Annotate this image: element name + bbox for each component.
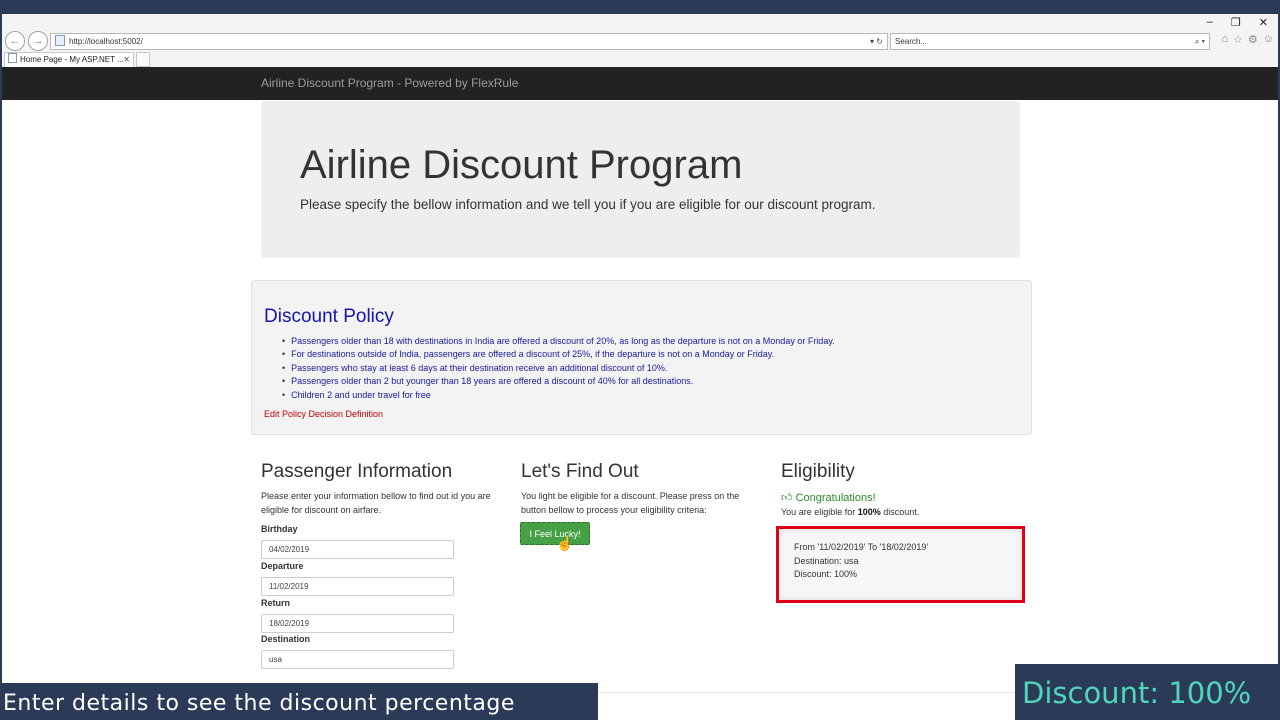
browser-chrome: – ❐ ✕ ← → http://localhost:5002/ ▾ ↻ Sea… [2, 14, 1278, 68]
list-item: Passengers older than 2 but younger than… [282, 375, 835, 388]
result-destination: Destination: usa [794, 556, 859, 566]
return-label: Return [261, 598, 290, 608]
gear-icon[interactable]: ⚙ [1248, 33, 1258, 46]
departure-label: Departure [261, 561, 304, 571]
search-box[interactable]: Search... ⌕ ▾ [890, 33, 1210, 50]
caption-banner-right: Discount: 100% [1015, 664, 1280, 720]
hand-cursor-icon: ☝ [556, 535, 574, 551]
window-frame-top [0, 0, 1280, 14]
eligible-text-before: You are eligible for [781, 507, 858, 517]
return-field[interactable] [261, 614, 454, 633]
passenger-info-title: Passenger Information [261, 461, 453, 482]
feel-lucky-button[interactable]: I Feel Lucky! [520, 522, 590, 545]
minimize-button[interactable]: – [1207, 16, 1213, 29]
tab-title: Home Page - My ASP.NET ... [20, 55, 124, 64]
birthday-label: Birthday [261, 524, 298, 534]
policy-title: Discount Policy [264, 306, 394, 327]
list-item: For destinations outside of India, passe… [282, 348, 835, 361]
caption-text-right: Discount: 100% [1022, 676, 1252, 710]
discount-policy-panel: Discount Policy Passengers older than 18… [251, 280, 1032, 435]
restore-button[interactable]: ❐ [1231, 16, 1241, 29]
jumbotron: Airline Discount Program Please specify … [261, 101, 1020, 258]
new-tab-button[interactable] [136, 52, 150, 67]
list-item: Passengers who stay at least 6 days at t… [282, 362, 835, 375]
find-out-description: You light be eligible for a discount. Pl… [521, 491, 740, 515]
page-icon [55, 35, 65, 46]
find-out-title: Let's Find Out [521, 461, 639, 482]
close-window-button[interactable]: ✕ [1259, 16, 1268, 29]
page-title: Airline Discount Program [300, 143, 743, 187]
back-arrow-icon[interactable]: ← [5, 31, 25, 51]
address-bar[interactable]: http://localhost:5002/ ▾ ↻ [50, 33, 888, 50]
search-placeholder: Search... [895, 37, 928, 46]
eligibility-result-box: From '11/02/2019' To '18/02/2019' Destin… [776, 526, 1025, 603]
toolbar-icons: ⌂ ☆ ⚙ ☺ [1221, 33, 1274, 46]
result-discount: Discount: 100% [794, 569, 858, 579]
destination-field[interactable] [261, 650, 454, 669]
eligibility-statement: You are eligible for 100% discount. [781, 507, 919, 517]
list-item: Passengers older than 18 with destinatio… [282, 335, 835, 348]
congratulations-text: Congratulations! [795, 492, 876, 504]
tab-page-icon [8, 53, 17, 63]
eligible-percent: 100% [857, 507, 881, 517]
browser-tab[interactable]: Home Page - My ASP.NET ... ✕ [4, 52, 134, 67]
congratulations-message: 👍︎ Congratulations! [781, 491, 876, 504]
window-controls: – ❐ ✕ [1207, 16, 1268, 29]
policy-list: Passengers older than 18 with destinatio… [282, 335, 835, 402]
home-icon[interactable]: ⌂ [1221, 33, 1228, 46]
eligibility-title: Eligibility [781, 461, 855, 482]
edit-policy-link[interactable]: Edit Policy Decision Definition [264, 409, 383, 419]
forward-arrow-icon[interactable]: → [28, 31, 48, 51]
passenger-info-description: Please enter your information bellow to … [261, 491, 491, 515]
tab-close-icon[interactable]: ✕ [123, 53, 130, 67]
refresh-icon[interactable]: ▾ ↻ [870, 34, 883, 49]
eligible-text-after: discount. [880, 507, 920, 517]
thumbs-up-icon: 👍︎ [781, 492, 793, 504]
page-subtitle: Please specify the bellow information an… [300, 197, 876, 212]
search-icon[interactable]: ⌕ ▾ [1195, 34, 1205, 49]
smiley-icon[interactable]: ☺ [1263, 33, 1274, 46]
navbar-brand[interactable]: Airline Discount Program - Powered by Fl… [261, 76, 518, 90]
departure-field[interactable] [261, 577, 454, 596]
birthday-field[interactable] [261, 540, 454, 559]
site-navbar: Airline Discount Program - Powered by Fl… [2, 67, 1278, 100]
url-text: http://localhost:5002/ [69, 37, 143, 46]
caption-text-left: Enter details to see the discount percen… [3, 691, 515, 716]
result-date-range: From '11/02/2019' To '18/02/2019' [794, 542, 929, 552]
window-frame-left [0, 14, 2, 720]
destination-label: Destination [261, 634, 311, 644]
favorites-star-icon[interactable]: ☆ [1233, 33, 1243, 46]
list-item: Children 2 and under travel for free [282, 389, 835, 402]
caption-banner-left: Enter details to see the discount percen… [0, 683, 598, 720]
